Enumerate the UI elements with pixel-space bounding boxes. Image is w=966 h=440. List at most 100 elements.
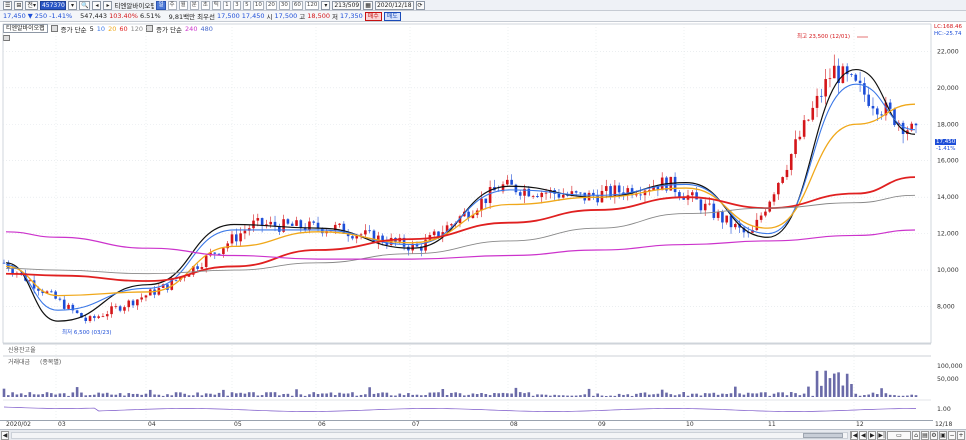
volume-bar — [897, 395, 901, 397]
volume-bar — [609, 395, 612, 397]
volume-bar — [523, 393, 526, 397]
candle-body — [824, 79, 827, 97]
volume-bar — [312, 392, 316, 397]
candle-body — [432, 231, 436, 236]
volume-bar — [15, 394, 19, 397]
volume-bar — [50, 393, 53, 397]
candle-body — [506, 179, 509, 185]
volume-bar — [716, 394, 720, 397]
volume-bar — [295, 389, 298, 397]
candle-body — [11, 268, 14, 274]
chart-scrollbar[interactable]: ◀ |◀ ◀ ▶ ▶| ▭ ⌂ ▤ ⚙ ▣ − + — [0, 429, 966, 440]
tool2-icon[interactable]: ▤ — [921, 430, 929, 440]
volume-bar — [622, 394, 625, 397]
volume-bar — [561, 395, 565, 397]
first-icon[interactable]: |◀ — [849, 430, 859, 440]
volume-bar — [153, 394, 156, 397]
volume-bar — [527, 392, 531, 397]
volume-bar — [824, 370, 827, 397]
price-tick: 22,000 — [937, 48, 959, 55]
volume-bar — [191, 395, 195, 397]
candle-body — [222, 248, 225, 255]
volume-bar — [303, 395, 307, 397]
volume-bar — [170, 395, 174, 397]
credit-panel-title[interactable]: 신용잔고율 — [8, 345, 36, 354]
candle-body — [213, 252, 217, 254]
candle-body — [759, 215, 763, 220]
candle-body — [217, 253, 221, 255]
candle-body — [97, 316, 100, 318]
volume-bar — [450, 392, 453, 397]
candle-body — [62, 299, 66, 309]
volume-bar — [708, 393, 711, 397]
chart-grid — [2, 23, 932, 420]
volume-bar — [222, 389, 225, 397]
candle-body — [854, 74, 858, 81]
volume-bar — [854, 393, 858, 397]
candle-body — [368, 230, 371, 232]
candle-body — [67, 304, 70, 309]
volume-bar — [376, 393, 380, 397]
tool3-icon[interactable]: ⚙ — [930, 430, 938, 440]
volume-bar — [820, 385, 823, 397]
candle-body — [815, 95, 819, 108]
volume-bar — [278, 395, 281, 397]
next-icon[interactable]: ▶ — [868, 430, 877, 440]
volume-bar — [2, 388, 6, 397]
volume-bar — [441, 389, 445, 397]
volume-bar — [669, 394, 673, 397]
volume-bar — [768, 395, 772, 397]
volume-bar — [105, 392, 109, 397]
volume-bar — [37, 394, 40, 397]
volume-bar — [480, 393, 483, 397]
time-tick: 07 — [412, 421, 420, 428]
time-tick: 05 — [234, 421, 242, 428]
volume-bar — [802, 393, 806, 397]
volume-bar — [579, 395, 582, 397]
candle-body — [699, 199, 703, 211]
volume-bar — [867, 394, 870, 397]
last-icon[interactable]: ▶| — [877, 430, 886, 440]
scroll-track[interactable] — [11, 431, 848, 439]
volume-bar — [196, 392, 199, 397]
volume-bar — [58, 393, 62, 397]
volume-bar — [691, 393, 694, 397]
volume-bar — [217, 392, 221, 397]
volume-bar — [613, 395, 617, 397]
volume-bar — [863, 395, 866, 397]
candle-body — [880, 114, 883, 116]
volume-bar — [643, 392, 647, 397]
candle-body — [260, 218, 264, 226]
volume-bar — [837, 372, 840, 397]
volume-bar — [415, 394, 419, 397]
volume-tick: 50,000 — [937, 376, 959, 383]
tool4-icon[interactable]: ▣ — [939, 430, 947, 440]
zoom-bar-icon[interactable]: ▭ — [887, 430, 911, 440]
ma-line-20 — [5, 103, 916, 297]
prev-icon[interactable]: ◀ — [859, 430, 868, 440]
price-tick: 12,000 — [937, 231, 959, 238]
scroll-left-icon[interactable]: ◀ — [1, 430, 9, 440]
volume-bar — [549, 395, 552, 397]
volume-bar — [144, 393, 148, 397]
zoom-out-icon[interactable]: − — [948, 430, 956, 440]
ma-line-5 — [5, 68, 916, 322]
candle-body — [540, 192, 544, 198]
zoom-in-icon[interactable]: + — [957, 430, 965, 440]
candle-body — [617, 185, 621, 193]
volume-panel-title[interactable]: 거래대금 — [8, 357, 30, 366]
volume-bar — [665, 392, 668, 397]
volume-tick: 100,000 — [937, 363, 963, 370]
stock-chart[interactable]: 22,000 20,000 18,000 16,000 14,000 12,000 10,0… — [0, 0, 966, 428]
scroll-thumb[interactable] — [802, 432, 843, 438]
ratio-line — [3, 406, 917, 412]
volume-bar — [467, 394, 470, 397]
volume-bar — [252, 392, 255, 397]
tool1-icon[interactable]: ⌂ — [912, 430, 920, 440]
volume-bar — [510, 393, 513, 397]
volume-bar — [721, 393, 724, 397]
volume-bar — [325, 393, 328, 397]
volume-bar — [703, 393, 707, 397]
price-tick: 8,000 — [937, 304, 955, 311]
volume-bar — [290, 395, 294, 397]
